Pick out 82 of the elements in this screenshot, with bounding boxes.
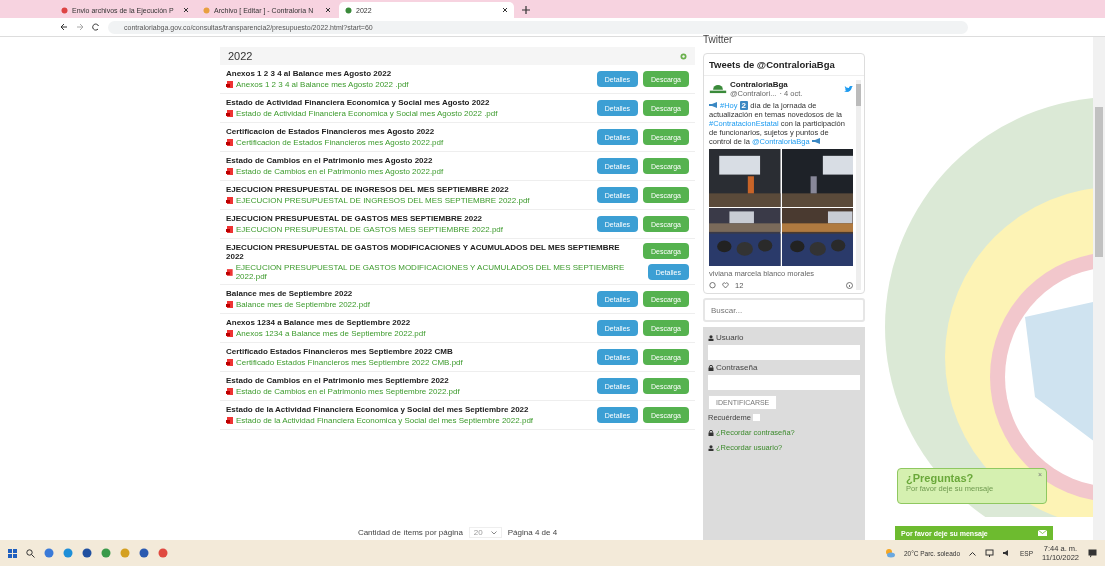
file-link[interactable]: Anexos 1234 a Balance mes de Septiembre 2022.pdf xyxy=(236,329,426,338)
pdf-icon xyxy=(226,139,233,146)
user-icon xyxy=(708,444,714,451)
caret-icon xyxy=(490,530,497,535)
scrollbar[interactable] xyxy=(856,80,861,290)
chevron-up-icon[interactable] xyxy=(969,550,976,556)
document-title: Certificacion de Estados Financieros mes Agosto 2022 xyxy=(226,127,436,136)
document-title: EJECUCION PRESUPUESTAL DE GASTOS MODIFICACIONES Y ACUMULADOS DEL MES SEPTIEMBRE 2022 xyxy=(226,243,621,261)
user-icon xyxy=(708,334,714,341)
megaphone-icon xyxy=(709,102,718,108)
document-title: Estado de la Actividad Financiera Economica y Social del mes Septiembre 2022 xyxy=(226,405,530,414)
forward-icon[interactable] xyxy=(76,23,84,31)
document-title: Estado de Actividad Financiera Economica y Social mes Agosto 2022 xyxy=(226,98,491,107)
pdf-icon xyxy=(226,359,233,366)
file-link[interactable]: Certificado Estados Financieros mes Septiembre 2022 CMB.pdf xyxy=(236,358,463,367)
file-link[interactable]: Balance mes de Septiembre 2022.pdf xyxy=(236,300,370,309)
network-icon[interactable] xyxy=(985,549,994,557)
notification-icon[interactable] xyxy=(1088,548,1097,558)
windows-icon[interactable] xyxy=(8,548,17,558)
file-link[interactable]: EJECUCION PRESUPUESTAL DE GASTOS MES SEPTIEMBRE 2022.pdf xyxy=(236,225,504,234)
megaphone-icon xyxy=(811,138,821,144)
per-page-select[interactable]: 20 xyxy=(468,527,502,538)
pdf-icon xyxy=(226,330,233,337)
pdf-icon xyxy=(226,268,233,276)
document-title: Balance mes de Septiembre 2022 xyxy=(226,289,354,298)
chat-title: ¿Preguntas? xyxy=(906,472,975,484)
reload-icon[interactable] xyxy=(92,23,100,31)
file-link[interactable]: Estado de Actividad Financiera Economica y Social mes Agosto 2022 .pdf xyxy=(236,109,498,118)
speaker-icon[interactable] xyxy=(1003,549,1011,557)
pdf-icon xyxy=(226,110,233,117)
widget-title: Tweets de @ContraloriaBga xyxy=(704,54,864,76)
pdf-icon xyxy=(226,388,233,395)
tab-favicon-icon xyxy=(61,6,68,14)
file-link[interactable]: Estado de Cambios en el Patrimonio mes Septiembre 2022.pdf xyxy=(236,387,460,396)
back-icon[interactable] xyxy=(60,23,68,31)
file-link[interactable]: EJECUCION PRESUPUESTAL DE GASTOS MODIFICACIONES Y ACUMULADOS DEL MES SEPTIEMBRE 2022.pdf xyxy=(235,263,638,281)
username-field[interactable] xyxy=(708,345,860,360)
close-icon[interactable] xyxy=(502,7,508,13)
items-per-page-label: Cantidad de ítems por página xyxy=(357,528,463,537)
file-link[interactable]: EJECUCION PRESUPUESTAL DE INGRESOS DEL MES SEPTIEMBRE 2022.pdf xyxy=(236,196,530,205)
new-tab-icon[interactable] xyxy=(522,6,530,14)
page-indicator: Página 4 de 4 xyxy=(507,528,558,537)
page-scrollbar[interactable] xyxy=(1093,37,1105,540)
close-icon[interactable] xyxy=(325,7,331,13)
document-title: Estado de Cambios en el Patrimonio mes Agosto 2022 xyxy=(226,156,434,165)
pdf-icon xyxy=(226,168,233,175)
section-title: 2022 xyxy=(228,50,253,62)
search-field[interactable]: Buscar... xyxy=(703,298,865,322)
field-label: Usuario xyxy=(716,333,744,342)
avatar-icon xyxy=(709,82,727,96)
pdf-icon xyxy=(226,301,233,308)
search-icon[interactable] xyxy=(26,548,35,558)
weather-icon xyxy=(884,548,895,558)
file-link[interactable]: Estado de la Actividad Financiera Economica y Social del mes Septiembre 2022.pdf xyxy=(236,416,534,425)
heart-icon[interactable] xyxy=(722,282,729,289)
reply-icon[interactable] xyxy=(709,282,716,289)
close-icon[interactable] xyxy=(183,7,189,13)
file-link[interactable]: Estado de Cambios en el Patrimonio mes Agosto 2022.pdf xyxy=(236,167,444,176)
pdf-icon xyxy=(226,417,233,424)
document-title: Estado de Cambios en el Patrimonio mes Septiembre 2022 xyxy=(226,376,450,385)
file-link[interactable]: Anexos 1 2 3 4 al Balance mes Agosto 2022 .pdf xyxy=(236,80,409,89)
account-name[interactable]: ContraloriaBga xyxy=(730,80,803,89)
pdf-icon xyxy=(226,81,233,88)
field-label: Contraseña xyxy=(716,363,758,372)
bird-icon xyxy=(844,85,853,93)
password-field[interactable] xyxy=(708,375,860,390)
pdf-icon xyxy=(226,226,233,233)
file-link[interactable]: Certificacion de Estados Financieros mes Agosto 2022.pdf xyxy=(236,138,444,147)
pdf-icon xyxy=(226,197,233,204)
document-title: EJECUCION PRESUPUESTAL DE INGRESOS DEL MES SEPTIEMBRE 2022 xyxy=(226,185,510,194)
document-title: EJECUCION PRESUPUESTAL DE GASTOS MES SEPTIEMBRE 2022 xyxy=(226,214,484,223)
document-title: Anexos 1 2 3 4 al Balance mes Agosto 2022 xyxy=(226,69,393,78)
document-title: Anexos 1234 a Balance mes de Septiembre 2022 xyxy=(226,318,412,327)
tab-favicon-icon xyxy=(345,6,352,14)
document-title: Certificado Estados Financieros mes Septiembre 2022 CMB xyxy=(226,347,454,356)
remember-checkbox[interactable] xyxy=(752,414,760,421)
lock-icon xyxy=(708,364,714,371)
info-icon[interactable] xyxy=(846,282,853,289)
tab-favicon-icon xyxy=(203,6,210,14)
lock-icon xyxy=(708,429,714,436)
section-heading: Twitter xyxy=(703,37,734,47)
envelope-icon xyxy=(1038,530,1047,536)
